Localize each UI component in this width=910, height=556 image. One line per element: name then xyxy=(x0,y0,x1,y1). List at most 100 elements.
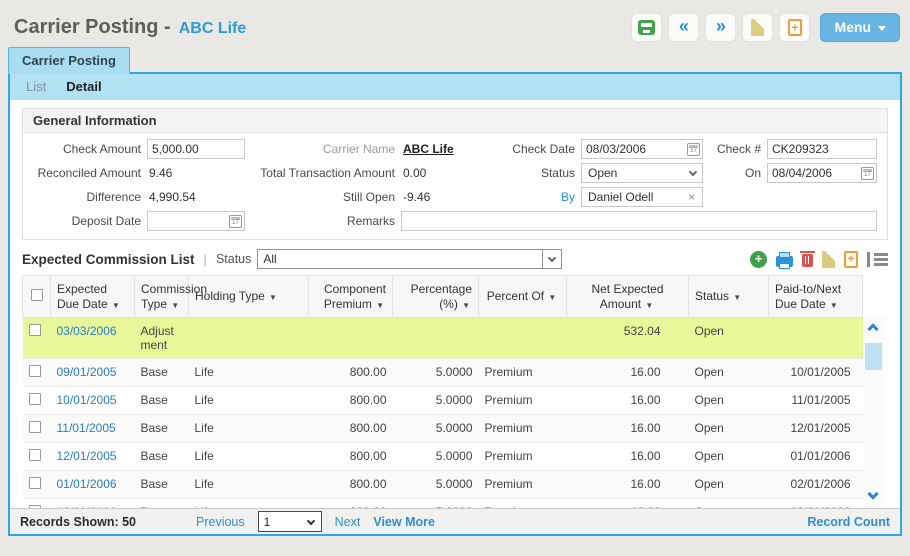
subtab-bar: List Detail xyxy=(10,74,900,100)
filter-icon[interactable]: ▼ xyxy=(458,301,472,310)
scroll-up-icon[interactable] xyxy=(867,323,878,334)
general-information-form: Check Amount Carrier Name ABC Life Check… xyxy=(23,133,887,239)
column-header-net_expected[interactable]: Net Expected Amount ▼ xyxy=(567,276,689,318)
cell-due_date: 12/01/2005 xyxy=(51,443,135,471)
check-number-input[interactable] xyxy=(767,139,877,159)
calendar-icon[interactable] xyxy=(861,167,874,180)
filter-icon[interactable]: ▼ xyxy=(108,301,122,310)
check-date-label: Check Date xyxy=(495,142,575,156)
by-label[interactable]: By xyxy=(495,190,575,204)
column-chooser-button[interactable] xyxy=(867,252,888,267)
previous-page-link[interactable]: Previous xyxy=(196,515,245,529)
save-button[interactable] xyxy=(631,13,662,42)
row-checkbox[interactable] xyxy=(29,477,41,489)
column-header-label: Expected Due Date xyxy=(57,282,108,311)
chevron-down-icon xyxy=(548,254,556,262)
due-date-link[interactable]: 09/01/2005 xyxy=(57,365,117,379)
cell-status: Open xyxy=(689,443,769,471)
cell-commission_type: Base xyxy=(135,471,189,499)
page-number-select[interactable]: 1 xyxy=(258,511,322,532)
cell-paid_to: 02/01/2006 xyxy=(769,471,863,499)
app-header: Carrier Posting - ABC Life « » Menu xyxy=(0,0,910,46)
calendar-icon[interactable] xyxy=(687,143,700,156)
filter-icon[interactable]: ▼ xyxy=(544,293,558,302)
cell-percentage: 5.0000 xyxy=(393,359,479,387)
due-date-link[interactable]: 11/01/2005 xyxy=(57,421,116,435)
checkbox-cell xyxy=(23,387,51,415)
column-header-due_date[interactable]: Expected Due Date ▼ xyxy=(51,276,135,318)
column-header-component_premium[interactable]: Component Premium ▼ xyxy=(309,276,393,318)
cell-paid_to: 01/01/2006 xyxy=(769,443,863,471)
check-amount-input[interactable] xyxy=(147,139,245,159)
cell-component_premium: 800.00 xyxy=(309,443,393,471)
scroll-down-icon[interactable] xyxy=(867,488,878,499)
by-field[interactable]: Daniel Odell × xyxy=(581,187,703,207)
checkbox-cell xyxy=(23,415,51,443)
check-date-input[interactable] xyxy=(581,139,703,159)
add-note-button[interactable] xyxy=(779,13,810,42)
previous-record-button[interactable]: « xyxy=(668,13,699,42)
add-note-button[interactable] xyxy=(844,251,858,268)
filter-icon[interactable]: ▼ xyxy=(265,293,279,302)
column-header-percent_of[interactable]: Percent Of ▼ xyxy=(479,276,567,318)
cell-holding_type: Life xyxy=(189,387,309,415)
view-more-link[interactable]: View More xyxy=(373,515,435,529)
status-filter-select[interactable]: All xyxy=(257,249,562,269)
filter-icon[interactable]: ▼ xyxy=(372,301,386,310)
print-button[interactable] xyxy=(776,256,793,267)
table-row: 02/01/2006BaseLife800.005.0000Premium16.… xyxy=(23,499,863,509)
tab-carrier-posting[interactable]: Carrier Posting xyxy=(8,47,130,74)
row-checkbox[interactable] xyxy=(29,393,41,405)
delete-button[interactable] xyxy=(802,254,813,267)
row-checkbox[interactable] xyxy=(29,365,41,377)
row-checkbox[interactable] xyxy=(29,421,41,433)
column-header-status[interactable]: Status ▼ xyxy=(689,276,769,318)
select-all-checkbox[interactable] xyxy=(31,289,43,301)
add-row-button[interactable] xyxy=(750,251,767,268)
menu-button[interactable]: Menu xyxy=(820,13,900,42)
scrollbar-thumb[interactable] xyxy=(865,343,882,370)
double-chevron-left-icon: « xyxy=(679,17,689,38)
notes-button[interactable] xyxy=(822,251,835,268)
clear-x-icon[interactable]: × xyxy=(687,190,696,204)
notes-button[interactable] xyxy=(742,13,773,42)
cell-due_date: 10/01/2005 xyxy=(51,387,135,415)
calendar-icon[interactable] xyxy=(229,215,242,228)
record-count-link[interactable]: Record Count xyxy=(807,515,890,529)
due-date-link[interactable]: 01/01/2006 xyxy=(57,477,117,491)
next-record-button[interactable]: » xyxy=(705,13,736,42)
cell-percent_of: Premium xyxy=(479,499,567,509)
carrier-name-link[interactable]: ABC Life xyxy=(403,142,454,156)
row-checkbox[interactable] xyxy=(29,449,41,461)
table-header-row: Expected Due Date ▼Commission Type ▼Hold… xyxy=(23,276,863,318)
cell-due_date: 09/01/2005 xyxy=(51,359,135,387)
subtab-list[interactable]: List xyxy=(26,79,46,94)
cell-commission_type: Base xyxy=(135,443,189,471)
row-checkbox[interactable] xyxy=(29,324,41,336)
vertical-scrollbar[interactable] xyxy=(863,317,885,508)
commission-table-area: Expected Due Date ▼Commission Type ▼Hold… xyxy=(22,275,888,508)
next-page-link[interactable]: Next xyxy=(335,515,361,529)
filter-icon[interactable]: ▼ xyxy=(167,301,181,310)
due-date-link[interactable]: 10/01/2005 xyxy=(57,393,117,407)
filter-icon[interactable]: ▼ xyxy=(826,301,840,310)
remarks-input[interactable] xyxy=(401,211,877,231)
cell-component_premium: 800.00 xyxy=(309,499,393,509)
table-row: 03/03/2006Adjustment532.04Open xyxy=(23,318,863,359)
difference-value: 4,990.54 xyxy=(147,190,245,204)
column-header-commission_type[interactable]: Commission Type ▼ xyxy=(135,276,189,318)
pager: Previous 1 Next View More xyxy=(196,511,435,532)
subtab-detail[interactable]: Detail xyxy=(66,79,101,94)
cell-holding_type: Life xyxy=(189,415,309,443)
column-header-percentage[interactable]: Percentage (%) ▼ xyxy=(393,276,479,318)
cell-due_date: 02/01/2006 xyxy=(51,499,135,509)
due-date-link[interactable]: 12/01/2005 xyxy=(57,449,117,463)
filter-icon[interactable]: ▼ xyxy=(729,293,743,302)
due-date-link[interactable]: 03/03/2006 xyxy=(57,324,117,338)
table-footer: Records Shown: 50 Previous 1 Next View M… xyxy=(10,508,900,534)
filter-icon[interactable]: ▼ xyxy=(641,301,655,310)
status-select[interactable]: Open xyxy=(581,163,703,183)
table-row: 01/01/2006BaseLife800.005.0000Premium16.… xyxy=(23,471,863,499)
cell-percentage: 5.0000 xyxy=(393,415,479,443)
column-header-paid_to[interactable]: Paid-to/Next Due Date ▼ xyxy=(769,276,863,318)
